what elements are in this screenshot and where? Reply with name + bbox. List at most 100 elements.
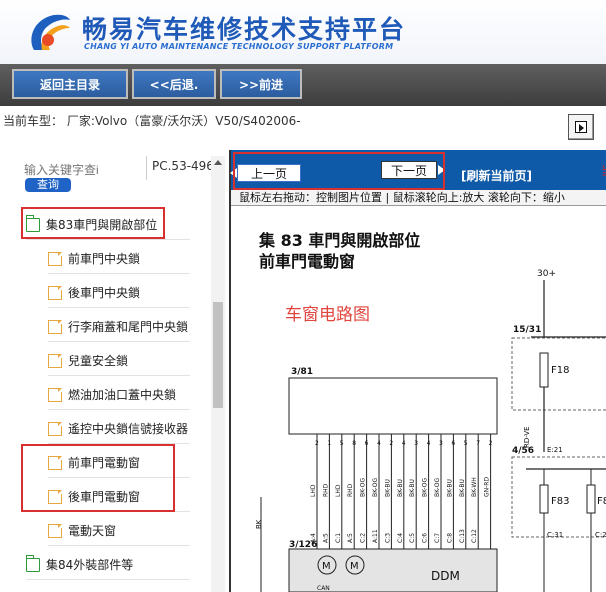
pin-number: C:2 [360,533,367,543]
pin-number: 5 [464,440,468,447]
pin-number: C:7 [434,533,441,543]
tree-folder[interactable]: 集84外裝部件等 [26,550,190,580]
tree-item[interactable]: 後車門中央鎖 [48,278,190,308]
toggle-panel-button[interactable] [568,114,594,140]
wire-color-label: RHD [322,483,329,497]
pin-number: A:4 [310,533,317,543]
keyword-search-input[interactable] [24,163,142,177]
pin-number: C:5 [409,533,416,543]
pin-number: 8 [352,440,356,447]
tree-item-label: 行李廂蓋和尾門中央鎖 [68,320,189,334]
wire-color-label: BK-BU [459,479,466,497]
wire-color-label: BK-BU [384,479,391,497]
viewer-toolbar: 上一页 下一页 [刷新当前页] 当 [230,150,606,190]
highlight-box [21,444,175,512]
tree-item[interactable]: 燃油加油口蓋中央鎖 [48,380,190,410]
site-subtitle: CHANG YI AUTO MAINTENANCE TECHNOLOGY SUP… [84,42,394,51]
pin-label: C:24 [595,531,606,539]
wire-color-label: BK-OG [360,478,367,497]
document-icon [48,319,62,334]
wire-color-label: BK-OG [372,478,379,497]
wire-color-label: BK-OG [434,478,441,497]
document-viewer: 上一页 下一页 [刷新当前页] 当 鼠标左右拖动：控制图片位置 | 鼠标滚轮向上… [229,150,606,592]
tree-item[interactable]: 電動天窗 [48,516,190,546]
fuse-label: F18 [551,365,569,376]
pin-number: C:6 [422,533,429,543]
circuit-drawing: 30+ 15/31 F18 RD-VE 4/56 E:21 F83 F8 C:3… [255,269,606,592]
site-title: 畅易汽车维修技术支持平台 [82,15,407,44]
pin-number: 3 [439,440,443,447]
wire-label: RD-VE [523,426,531,448]
header-banner: 畅易汽车维修技术支持平台 CHANG YI AUTO MAINTENANCE T… [0,0,606,64]
wire-color-label: GN-RD [484,477,491,497]
tree-item-label: 電動天窗 [68,524,117,538]
connector-label: 15/31 [513,325,541,335]
back-button[interactable]: <<后退. [132,69,216,99]
document-icon [48,421,62,436]
car-info-bar: 当前车型： 厂家:Volvo（富豪/沃尔沃）V50/S402006- [0,106,606,144]
pin-number: A:5 [322,533,329,543]
module-label: DDM [431,569,460,583]
divider [146,156,147,180]
tree-item[interactable]: 前車門中央鎖 [48,244,190,274]
forward-button[interactable]: >>前进 [220,69,302,99]
pin-number: C:1 [335,533,342,543]
tree-item-label: 集84外裝部件等 [46,558,134,572]
wire-bundle: LHD 2 A:4 RHD 1 A:5 LHD 5 C:1 RHD 8 A:5 BK-OG 6 C:2 BK-… [310,434,493,549]
pin-number: C:8 [446,533,453,543]
tree-item-label: 燃油加油口蓋中央鎖 [68,388,177,402]
pin-number: 4 [377,440,381,447]
tree-item-label: 後車門中央鎖 [68,286,141,300]
pin-number: A:5 [347,533,354,543]
pin-label: C:31 [547,531,563,539]
pin-number: 6 [365,440,369,447]
nav-bar: 返回主目录 <<后退. >>前进 [0,64,606,106]
pin-label: E:21 [547,446,563,454]
wiring-diagram[interactable]: 集 83 車門與開啟部位 前車門電動窗 车窗电路图 30+ 15/31 F18 … [231,207,606,592]
pin-number: 2 [389,440,393,447]
wire-color-label: BK-BU [446,479,453,497]
wire-color-label: RHD [347,483,354,497]
fuse-label: F83 [551,496,569,507]
connector-label: 4/56 [512,446,534,456]
highlight-box [21,207,165,239]
connector-label: 3/81 [291,367,313,377]
wire-color-label: BK-WH [471,477,478,497]
pin-number: 4 [402,440,406,447]
search-button[interactable]: 查询 [25,178,71,192]
pin-number: C:4 [397,533,404,543]
pin-number: 2 [315,440,319,447]
tree-item[interactable]: 遙控中央鎖信號接收器 [48,414,190,444]
wire-color-label: LHD [310,484,317,497]
sidebar-scrollbar[interactable] [211,156,225,592]
brand-logo-icon [31,14,70,50]
scroll-thumb[interactable] [213,302,223,408]
fuse-label: F8 [597,496,606,507]
scroll-up-icon[interactable] [211,156,225,170]
wire-color-label: BK-OG [422,478,429,497]
current-car-label: 当前车型： 厂家:Volvo（富豪/沃尔沃）V50/S402006- [3,114,301,128]
pin-number: A:11 [372,529,379,543]
pin-number: 4 [427,440,431,447]
folder-icon [26,554,40,572]
wire-color-label: LHD [335,484,342,497]
wire-color-label: BK-BU [397,479,404,497]
highlight-box [233,152,445,190]
tree-item-label: 遙控中央鎖信號接收器 [68,422,189,436]
wire-label: BK [255,519,263,529]
bus-label: CAN [317,585,330,592]
wire-color-label: BK-BU [409,479,416,497]
usage-hint: 鼠标左右拖动：控制图片位置 | 鼠标滚轮向上:放大 滚轮向下：缩小 [231,190,606,206]
document-icon [48,523,62,538]
sidebar: PC.53-4964 查询 集83車門與開啟部位前車門中央鎖後車門中央鎖行李廂蓋… [0,150,228,592]
tree-item[interactable]: 兒童安全鎖 [48,346,190,376]
tree-item[interactable]: 行李廂蓋和尾門中央鎖 [48,312,190,342]
pin-number: C:13 [459,529,466,543]
pin-number: 6 [451,440,455,447]
refresh-page-link[interactable]: [刷新当前页] [461,167,532,184]
current-mark: 当 [601,162,606,179]
pin-number: 7 [476,440,480,447]
home-button[interactable]: 返回主目录 [12,69,128,99]
pin-number: C:3 [384,533,391,543]
pin-number: 3 [414,440,418,447]
